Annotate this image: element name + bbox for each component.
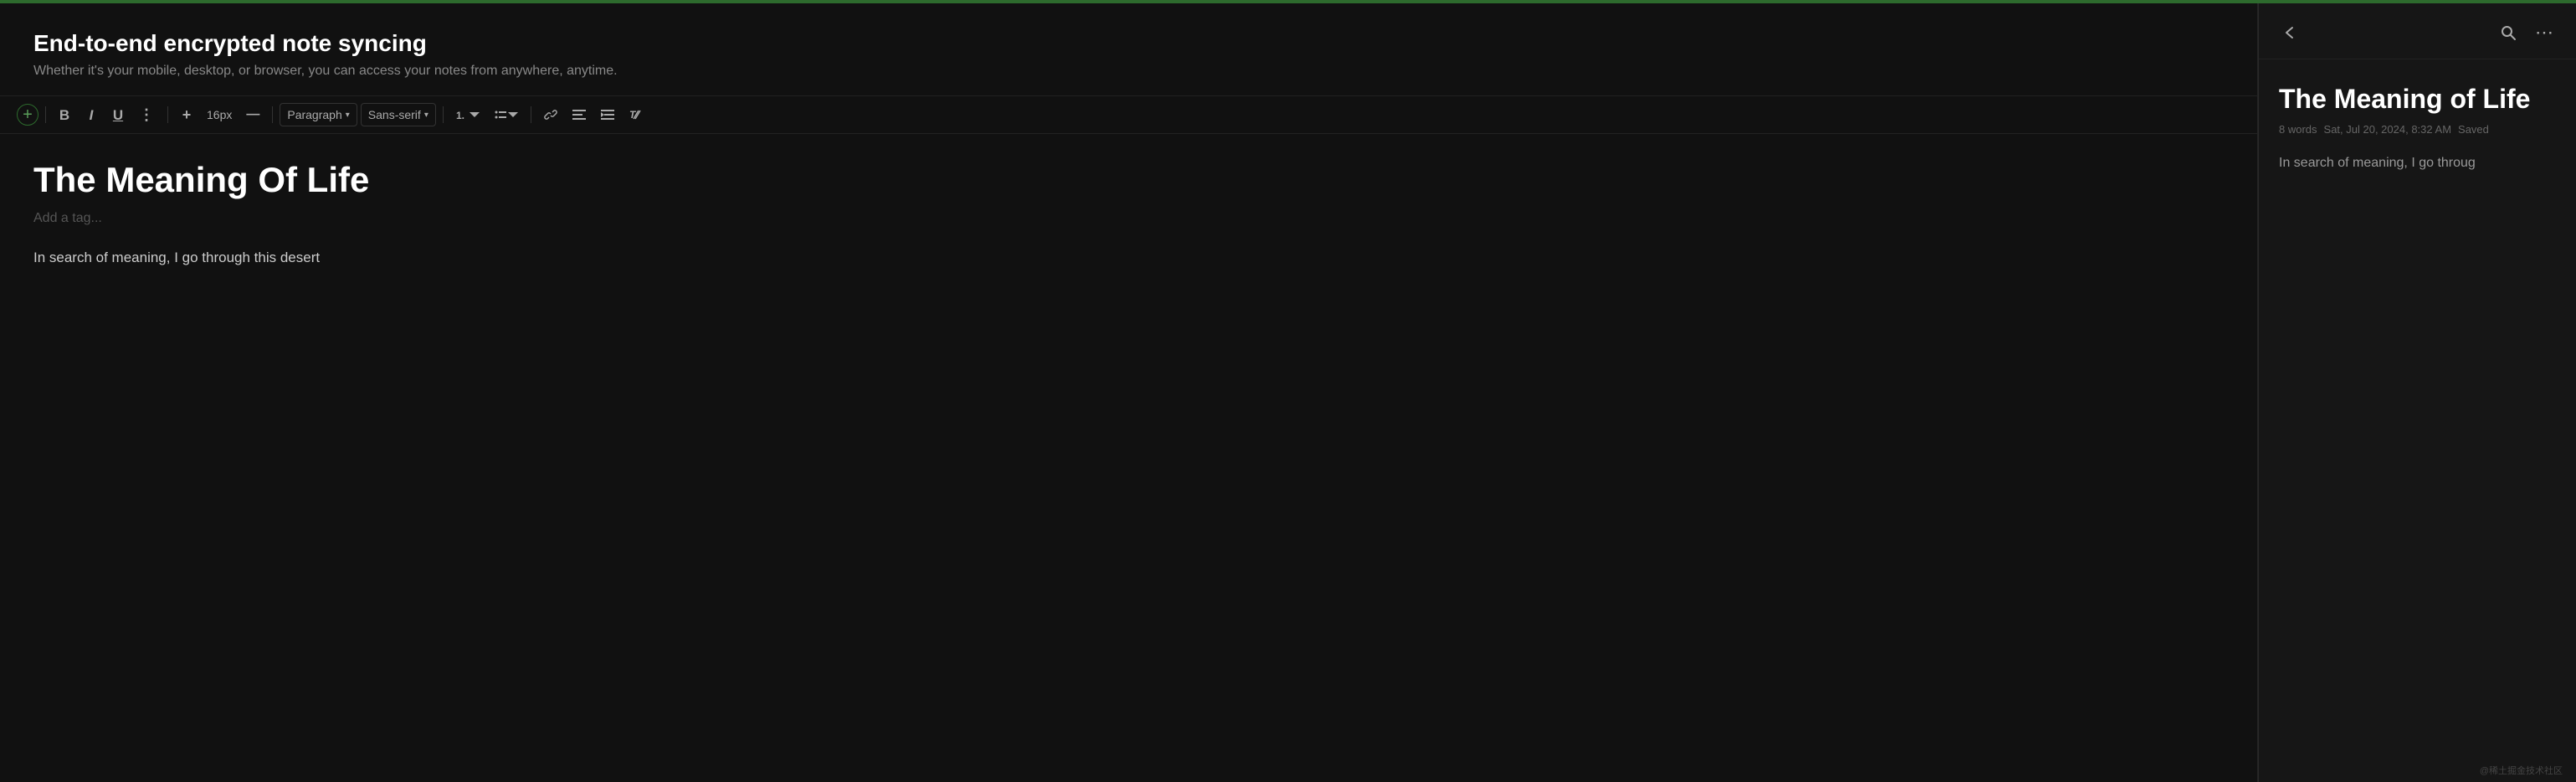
- editor-panel: End-to-end encrypted note syncing Whethe…: [0, 3, 2258, 782]
- editor-content: The Meaning Of Life Add a tag... In sear…: [0, 134, 2257, 782]
- banner-title: End-to-end encrypted note syncing: [33, 30, 2224, 57]
- link-button[interactable]: [538, 103, 563, 126]
- dash-button[interactable]: —: [240, 103, 265, 126]
- toolbar-divider-1: [45, 106, 46, 123]
- back-icon: [2281, 23, 2299, 42]
- banner: End-to-end encrypted note syncing Whethe…: [0, 3, 2257, 95]
- editor-title[interactable]: The Meaning Of Life: [33, 159, 2224, 201]
- preview-panel: ⋯ The Meaning of Life 8 words Sat, Jul 2…: [2258, 3, 2576, 782]
- font-dropdown[interactable]: Sans-serif ▾: [361, 103, 436, 126]
- editor-body[interactable]: In search of meaning, I go through this …: [33, 246, 2224, 270]
- italic-button[interactable]: I: [80, 103, 103, 126]
- preview-header-right: ⋯: [2498, 20, 2556, 45]
- add-button[interactable]: +: [17, 104, 38, 126]
- preview-content: The Meaning of Life 8 words Sat, Jul 20,…: [2259, 59, 2576, 782]
- unordered-list-icon: [495, 108, 508, 121]
- link-icon: [544, 108, 557, 121]
- search-icon: [2500, 24, 2517, 41]
- preview-body: In search of meaning, I go throug: [2279, 152, 2556, 174]
- more-icon: ⋯: [2535, 22, 2554, 44]
- svg-text:1.: 1.: [456, 110, 464, 121]
- ordered-list-button[interactable]: 1.: [450, 103, 485, 126]
- preview-note-title: The Meaning of Life: [2279, 83, 2556, 115]
- editor-tag-placeholder[interactable]: Add a tag...: [33, 211, 2224, 226]
- preview-header: ⋯: [2259, 3, 2576, 59]
- paragraph-dropdown[interactable]: Paragraph ▾: [280, 103, 357, 126]
- align-button[interactable]: [567, 103, 592, 126]
- insert-button[interactable]: +: [175, 103, 198, 126]
- back-button[interactable]: [2279, 22, 2301, 44]
- preview-meta: 8 words Sat, Jul 20, 2024, 8:32 AM Saved: [2279, 123, 2556, 136]
- preview-saved-status: Saved: [2458, 123, 2489, 136]
- search-button[interactable]: [2498, 23, 2518, 43]
- preview-header-left: [2279, 22, 2301, 44]
- footer-bar: @稀土掘金技术社区: [2466, 759, 2576, 782]
- clear-format-button[interactable]: T: [623, 103, 649, 126]
- unordered-list-button[interactable]: [489, 103, 524, 126]
- more-menu-button[interactable]: ⋯: [2533, 20, 2556, 45]
- main-container: End-to-end encrypted note syncing Whethe…: [0, 3, 2576, 782]
- toolbar-divider-4: [443, 106, 444, 123]
- ordered-list-chevron: [470, 110, 480, 120]
- paragraph-label: Paragraph: [287, 108, 341, 121]
- bold-button[interactable]: B: [53, 103, 76, 126]
- toolbar: + B I U ⋮ + 16px — Paragraph ▾ Sans-seri…: [0, 95, 2257, 134]
- banner-subtitle: Whether it's your mobile, desktop, or br…: [33, 64, 2224, 79]
- align-icon: [572, 108, 586, 121]
- underline-button[interactable]: U: [106, 103, 130, 126]
- ordered-list-icon: 1.: [456, 108, 470, 121]
- preview-date: Sat, Jul 20, 2024, 8:32 AM: [2324, 123, 2452, 136]
- preview-word-count: 8 words: [2279, 123, 2317, 136]
- footer-text: @稀土掘金技术社区: [2480, 766, 2563, 776]
- font-size-label: 16px: [202, 105, 237, 125]
- indent-icon: [601, 108, 614, 121]
- unordered-list-chevron: [508, 110, 518, 120]
- toolbar-divider-2: [167, 106, 168, 123]
- font-label: Sans-serif: [368, 108, 421, 121]
- toolbar-divider-3: [272, 106, 273, 123]
- paragraph-chevron: ▾: [346, 111, 350, 120]
- more-options-button[interactable]: ⋮: [133, 103, 161, 126]
- font-chevron: ▾: [424, 111, 428, 120]
- indent-button[interactable]: [595, 103, 620, 126]
- clear-format-icon: T: [629, 108, 643, 121]
